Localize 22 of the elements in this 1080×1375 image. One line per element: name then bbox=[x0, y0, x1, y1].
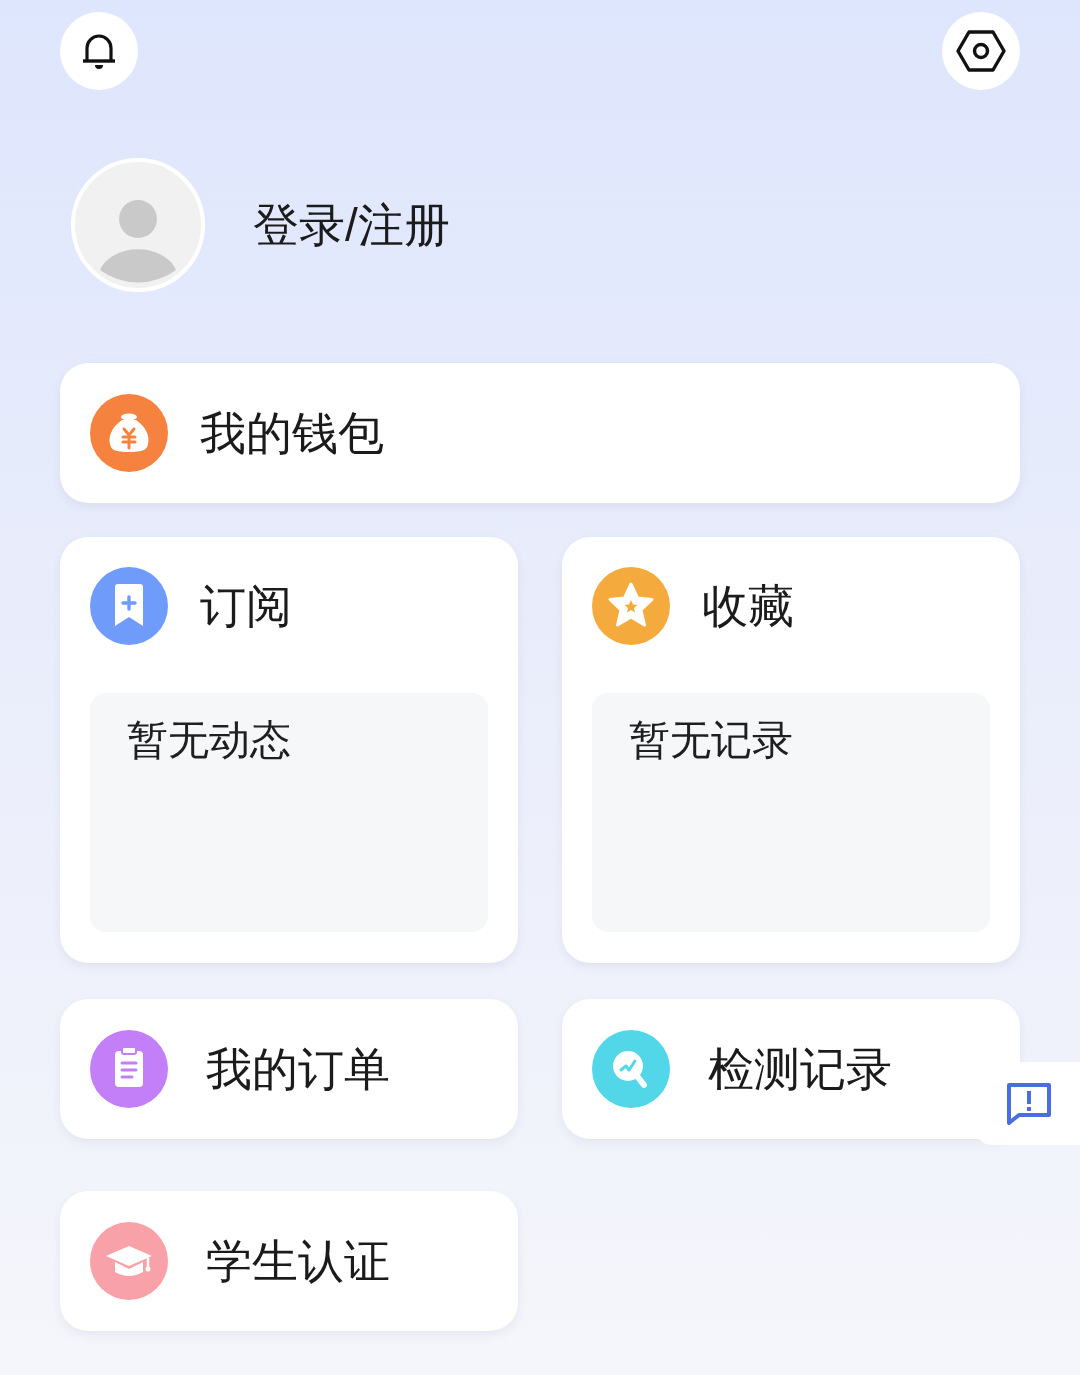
magnifier-icon bbox=[592, 1030, 670, 1108]
orders-button[interactable]: 我的订单 bbox=[60, 999, 518, 1139]
card-title[interactable]: 收藏 bbox=[702, 578, 794, 634]
graduation-cap-icon bbox=[90, 1222, 168, 1300]
money-bag-icon bbox=[90, 394, 168, 472]
test-records-button[interactable]: 检测记录 bbox=[562, 999, 1020, 1139]
empty-state-text: 暂无动态 bbox=[127, 716, 292, 765]
card-title[interactable]: 订阅 bbox=[200, 578, 292, 634]
avatar-icon bbox=[71, 158, 205, 292]
empty-state-text: 暂无记录 bbox=[629, 716, 794, 765]
login-register-link[interactable]: 登录/注册 bbox=[253, 197, 450, 253]
bookmark-icon bbox=[90, 567, 168, 645]
menu-label: 我的订单 bbox=[206, 1042, 390, 1097]
feedback-icon bbox=[1005, 1081, 1052, 1126]
settings-icon bbox=[955, 29, 1007, 73]
feedback-button[interactable] bbox=[977, 1062, 1080, 1145]
wallet-card[interactable]: 我的钱包 bbox=[60, 363, 1020, 503]
menu-label: 学生认证 bbox=[206, 1234, 390, 1289]
menu-label: 检测记录 bbox=[708, 1042, 892, 1097]
wallet-label: 我的钱包 bbox=[200, 406, 384, 461]
student-verification-button[interactable]: 学生认证 bbox=[60, 1191, 518, 1331]
clipboard-icon bbox=[90, 1030, 168, 1108]
